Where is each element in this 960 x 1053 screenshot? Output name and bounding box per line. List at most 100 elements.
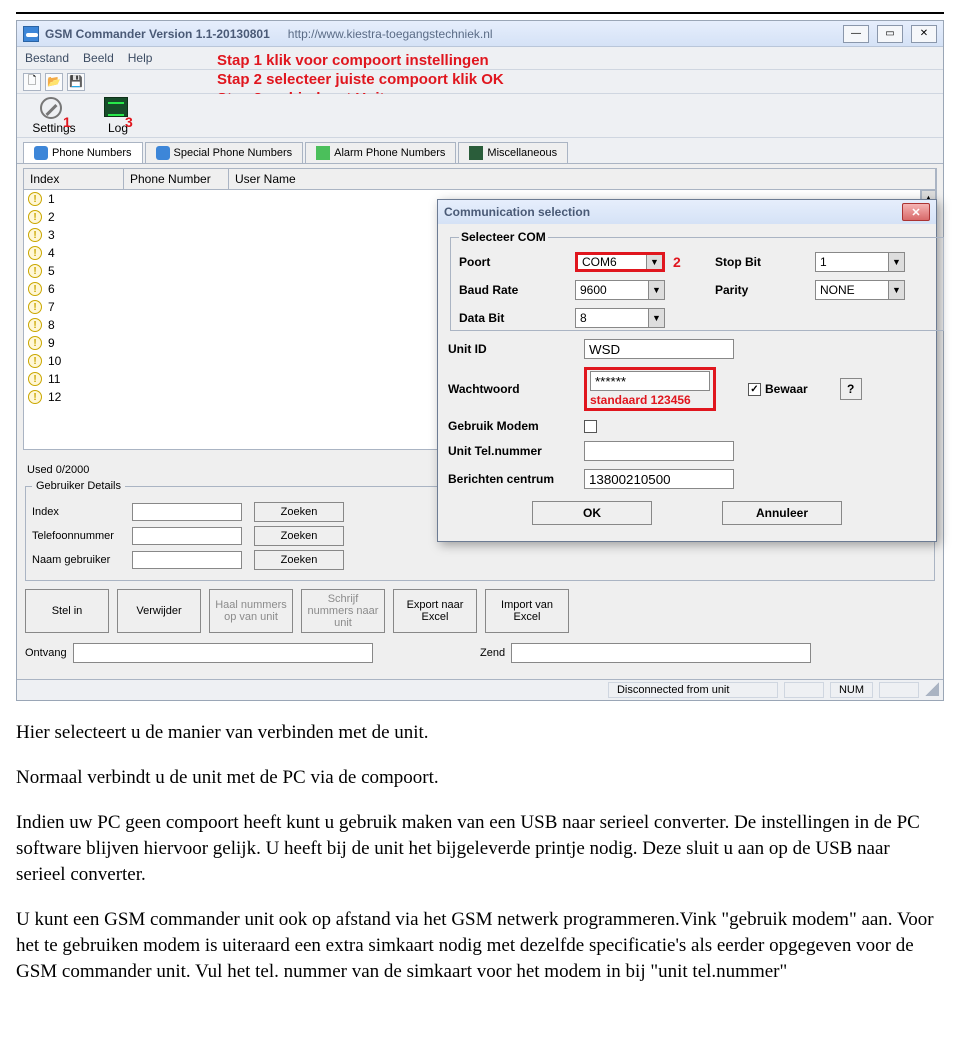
step-2-text: Stap 2 selecteer juiste compoort klik OK (217, 70, 504, 89)
haal-button[interactable]: Haal nummers op van unit (209, 589, 293, 633)
zoeken-name-button[interactable]: Zoeken (254, 550, 344, 570)
check-icon (584, 420, 597, 433)
save-file-icon[interactable]: 💾 (67, 73, 85, 91)
chevron-down-icon: ▼ (648, 281, 664, 299)
databit-combo[interactable]: 8▼ (575, 308, 665, 328)
communication-dialog: Communication selection ✕ Selecteer COM … (437, 199, 937, 542)
tab-special-phone[interactable]: Special Phone Numbers (145, 142, 304, 163)
details-legend: Gebruiker Details (32, 480, 125, 492)
send-row: Ontvang Zend (23, 639, 937, 675)
new-file-icon[interactable]: 🗋 (23, 73, 41, 91)
blank-cell2 (879, 682, 919, 698)
warn-icon: ! (28, 246, 42, 260)
zend-input[interactable] (511, 643, 811, 663)
menu-beeld[interactable]: Beeld (83, 51, 114, 65)
unittel-input[interactable] (584, 441, 734, 461)
app-window: GSM Commander Version 1.1-20130801 http:… (16, 20, 944, 701)
menu-help[interactable]: Help (128, 51, 153, 65)
label-centrum: Berichten centrum (448, 472, 584, 486)
centrum-input[interactable] (584, 469, 734, 489)
export-excel-button[interactable]: Export naar Excel (393, 589, 477, 633)
window-title: GSM Commander Version 1.1-20130801 (45, 27, 270, 41)
bewaar-checkbox[interactable]: ✓Bewaar (748, 382, 808, 396)
stelin-button[interactable]: Stel in (25, 589, 109, 633)
status-num: NUM (830, 682, 873, 698)
label-tel: Telefoonnummer (32, 530, 132, 542)
poort-combo[interactable]: COM6▼ (575, 252, 665, 272)
para-3: Indien uw PC geen compoort heeft kunt u … (16, 810, 944, 888)
warn-icon: ! (28, 210, 42, 224)
phone-icon (34, 146, 48, 160)
tel-input[interactable] (132, 527, 242, 545)
step-marker-3: 3 (125, 114, 133, 130)
resize-grip-icon[interactable] (925, 682, 939, 696)
warn-icon: ! (28, 282, 42, 296)
warn-icon: ! (28, 372, 42, 386)
parity-combo[interactable]: NONE▼ (815, 280, 905, 300)
label-stopbit: Stop Bit (715, 255, 795, 269)
action-buttons: Stel in Verwijder Haal nummers op van un… (23, 583, 937, 639)
import-excel-button[interactable]: Import van Excel (485, 589, 569, 633)
modem-checkbox[interactable] (584, 420, 926, 433)
close-button[interactable]: ✕ (911, 25, 937, 43)
minimize-button[interactable]: — (843, 25, 869, 43)
ontvang-input[interactable] (73, 643, 373, 663)
warn-icon: ! (28, 336, 42, 350)
dialog-close-button[interactable]: ✕ (902, 203, 930, 221)
page-rule (16, 12, 944, 14)
chevron-down-icon: ▼ (646, 255, 662, 269)
para-4: U kunt een GSM commander unit ook op afs… (16, 907, 944, 985)
main-toolbar: Settings 1 Log 3 (17, 94, 943, 138)
wrench-icon (40, 97, 62, 119)
alarm-icon (316, 146, 330, 160)
titlebar: GSM Commander Version 1.1-20130801 http:… (17, 21, 943, 47)
app-icon (23, 26, 39, 42)
verwijder-button[interactable]: Verwijder (117, 589, 201, 633)
dialog-title: Communication selection (444, 205, 590, 219)
para-1: Hier selecteert u de manier van verbinde… (16, 720, 944, 746)
statusbar: Disconnected from unit NUM (17, 679, 943, 700)
tab-phone-numbers[interactable]: Phone Numbers (23, 142, 143, 163)
help-button[interactable]: ? (840, 378, 862, 400)
menu-bestand[interactable]: Bestand (25, 51, 69, 65)
ok-button[interactable]: OK (532, 501, 652, 525)
baud-combo[interactable]: 9600▼ (575, 280, 665, 300)
label-modem: Gebruik Modem (448, 419, 584, 433)
chevron-down-icon: ▼ (648, 309, 664, 327)
phone-icon (156, 146, 170, 160)
open-file-icon[interactable]: 📂 (45, 73, 63, 91)
schrijf-button[interactable]: Schrijf nummers naar unit (301, 589, 385, 633)
unitid-input[interactable] (584, 339, 734, 359)
stopbit-combo[interactable]: 1▼ (815, 252, 905, 272)
blank-cell (784, 682, 824, 698)
label-parity: Parity (715, 283, 795, 297)
password-input[interactable] (590, 371, 710, 391)
tab-alarm-phone[interactable]: Alarm Phone Numbers (305, 142, 456, 163)
label-databit: Data Bit (459, 311, 555, 325)
password-highlight: standaard 123456 (584, 367, 716, 411)
col-index: Index (24, 169, 124, 189)
misc-icon (469, 146, 483, 160)
para-2: Normaal verbindt u de unit met de PC via… (16, 765, 944, 791)
log-button[interactable]: Log (87, 95, 149, 137)
name-input[interactable] (132, 551, 242, 569)
warn-icon: ! (28, 390, 42, 404)
tab-misc[interactable]: Miscellaneous (458, 142, 568, 163)
annuleer-button[interactable]: Annuleer (722, 501, 842, 525)
col-user: User Name (229, 169, 936, 189)
settings-button[interactable]: Settings (23, 95, 85, 137)
zoeken-tel-button[interactable]: Zoeken (254, 526, 344, 546)
window-url: http://www.kiestra-toegangstechniek.nl (288, 27, 493, 41)
index-input[interactable] (132, 503, 242, 521)
label-wachtwoord: Wachtwoord (448, 382, 584, 396)
zoeken-index-button[interactable]: Zoeken (254, 502, 344, 522)
warn-icon: ! (28, 300, 42, 314)
body-text: Hier selecteert u de manier van verbinde… (16, 720, 944, 985)
step-marker-1: 1 (63, 114, 71, 130)
maximize-button[interactable]: ▭ (877, 25, 903, 43)
com-fieldset: Selecteer COM Poort COM6▼ 2 Stop Bit 1▼ … (450, 230, 944, 331)
warn-icon: ! (28, 192, 42, 206)
label-zend: Zend (480, 647, 505, 659)
warn-icon: ! (28, 228, 42, 242)
check-icon: ✓ (748, 383, 761, 396)
